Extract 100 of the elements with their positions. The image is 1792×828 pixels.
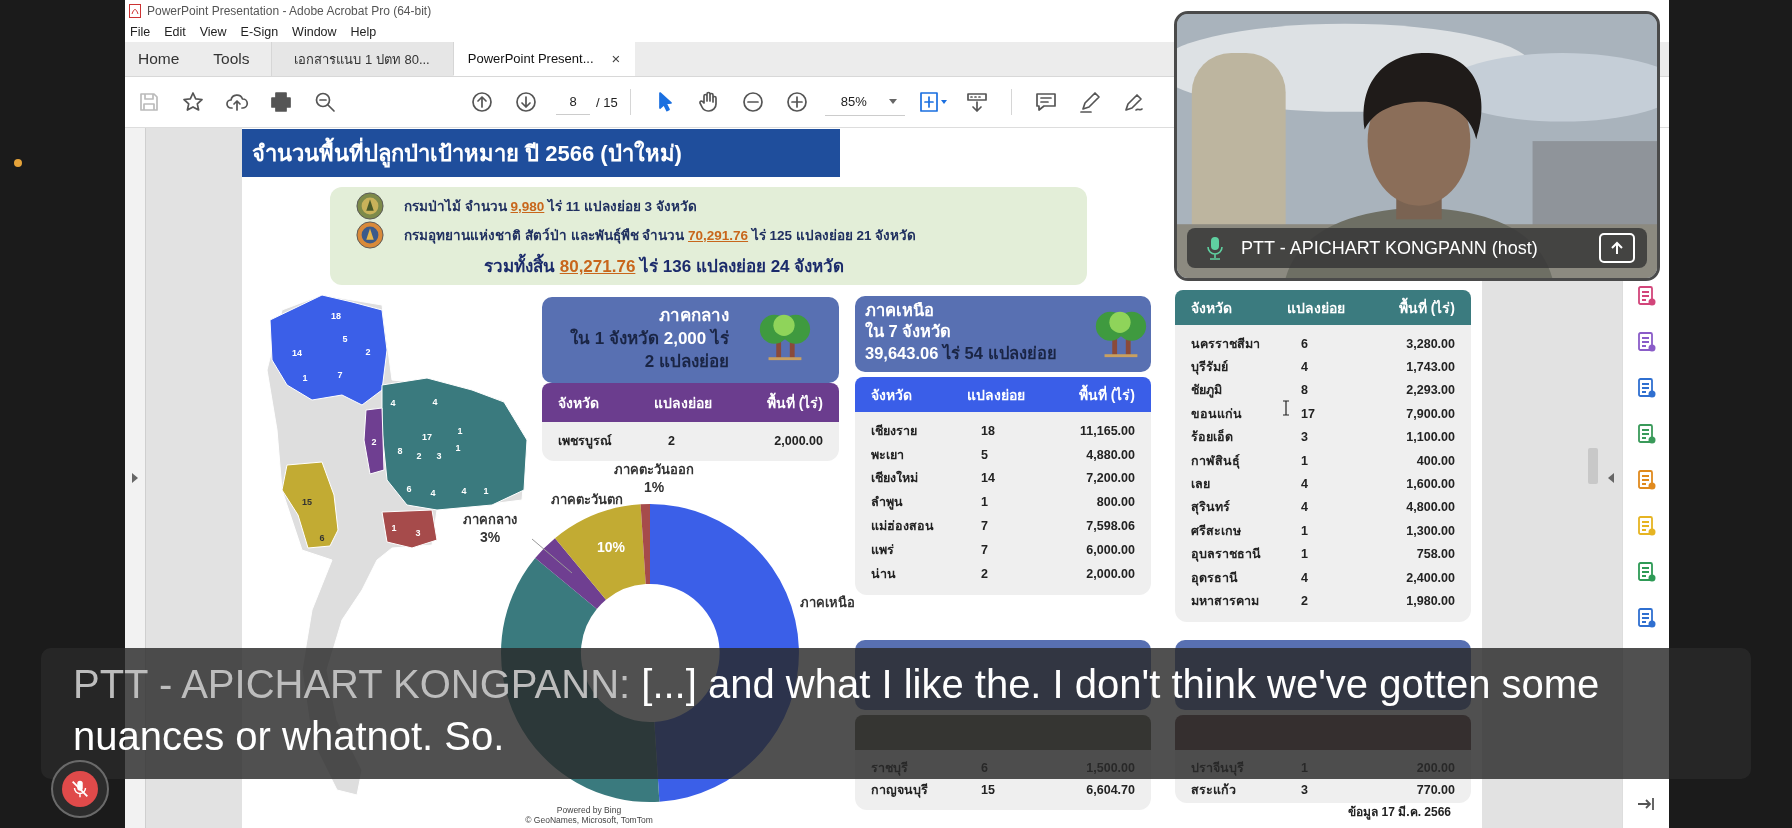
- table-cell: 4: [1301, 360, 1308, 375]
- table-cell: 2,400.00: [1406, 570, 1455, 585]
- map-label: 1: [455, 443, 461, 453]
- map-label: 4: [390, 398, 396, 408]
- map-label: 17: [422, 432, 432, 442]
- column-header: จังหวัด: [871, 385, 913, 405]
- chart-label: ภาคกลาง: [463, 512, 517, 527]
- region-summary: 39,643.06 ไร่ 54 แปลงย่อย: [865, 342, 1058, 364]
- table-cell: 2,000.00: [1086, 566, 1135, 581]
- participant-name: PTT - APICHART KONGPANN (host): [1241, 237, 1539, 259]
- map-label: 1: [483, 486, 489, 496]
- slide-title: จำนวนพื้นที่ปลูกป่าเป้าหมาย ปี 2566 (ป่าใหม่): [242, 129, 840, 177]
- table-cell: 1,743.00: [1406, 360, 1455, 375]
- table-cell: 7,900.00: [1406, 406, 1455, 421]
- table-cell: 2,293.00: [1406, 383, 1455, 398]
- table-cell: 800.00: [1096, 495, 1135, 510]
- table-cell: 7,200.00: [1086, 471, 1135, 486]
- table-cell-text: อุดรธานี: [1191, 569, 1238, 588]
- column-header: พื้นที่ (ไร่): [1397, 296, 1455, 318]
- table-cell: 770.00: [1416, 782, 1455, 797]
- map-label: 8: [397, 446, 403, 456]
- table-cell: 5: [981, 447, 988, 462]
- map-label: 2: [371, 437, 377, 447]
- table-cell: 14: [981, 471, 995, 486]
- table-cell-text: น่าน: [871, 565, 896, 583]
- table-cell-text: เพชรบูรณ์: [558, 432, 612, 451]
- table-cell-text: สุรินทร์: [1191, 499, 1230, 517]
- table-cell: 2,000.00: [774, 433, 823, 448]
- table-cell: 1,600.00: [1406, 477, 1455, 492]
- summary-text: กรมป่าไม้ จำนวน 9,980 ไร่ 11 แปลงย่อย 3 จังหวัด: [404, 197, 697, 216]
- table-cell: 4: [1301, 570, 1308, 585]
- map-label: 2: [365, 347, 371, 357]
- table-cell: 4,880.00: [1086, 447, 1135, 462]
- column-header: แปลงย่อย: [654, 393, 713, 413]
- table-cell: 4: [1301, 477, 1308, 492]
- table-cell-text: เลย: [1191, 476, 1210, 494]
- map-label: 1: [391, 523, 397, 533]
- table-cell: 3: [1301, 430, 1308, 445]
- summary-text: กรมอุทยานแห่งชาติ สัตว์ป่า และพันธุ์พืช จำนวน 70,291.76 ไร่ 125 แปลงย่อย 21 จังหวัด: [404, 226, 917, 246]
- table-cell: 18: [981, 423, 995, 438]
- table-cell: 11,165.00: [1080, 423, 1135, 438]
- table-cell-text: มหาสารคาม: [1191, 593, 1259, 610]
- map-label: 15: [302, 497, 312, 507]
- region-title: ภาคเหนือ: [865, 300, 935, 321]
- table-cell: 2: [1301, 594, 1308, 608]
- map-label: 6: [319, 533, 325, 543]
- map-label: 1: [457, 426, 463, 436]
- table-cell: 4,800.00: [1406, 500, 1455, 515]
- table-cell-text: สระแก้ว: [1191, 781, 1236, 799]
- table-cell: 1,980.00: [1406, 594, 1455, 608]
- column-header: พื้นที่ (ไร่): [765, 391, 823, 413]
- chart-label: ภาคเหนือ: [800, 595, 855, 610]
- chart-label: ภาคตะวันตก: [551, 492, 623, 507]
- map-label: 3: [436, 451, 442, 461]
- column-header: แปลงย่อย: [967, 385, 1026, 405]
- table-cell-text: เชียงใหม่: [871, 469, 918, 488]
- table-cell-text: บุรีรัมย์: [1191, 359, 1228, 377]
- value-label: 10%: [597, 539, 625, 555]
- table-cell: 1: [981, 495, 988, 510]
- summary-total: รวมทั้งสิ้น 80,271.76 ไร่ 136 แปลงย่อย 24 จังหวัด: [356, 252, 1087, 279]
- map-credit: © GeoNames, Microsoft, TomTom: [525, 815, 653, 825]
- map-label: 14: [292, 348, 302, 358]
- region-summary: ใน 7 จังหวัด: [865, 321, 953, 343]
- table-cell: 4: [1301, 500, 1308, 515]
- table-cell: 3,280.00: [1406, 336, 1455, 351]
- table-cell-text: ชัยภูมิ: [1191, 382, 1222, 400]
- table-cell-text: กาฬสินธุ์: [1191, 452, 1240, 471]
- table-cell-text: ศรีสะเกษ: [1191, 522, 1241, 540]
- footnote: ข้อมูล 17 มี.ค. 2566: [1347, 804, 1452, 819]
- table-cell-text: ขอนแก่น: [1191, 405, 1242, 423]
- column-header: พื้นที่ (ไร่): [1077, 383, 1135, 405]
- table-cell: 2: [668, 433, 675, 448]
- map-label: 5: [342, 334, 348, 344]
- column-header: จังหวัด: [1191, 298, 1233, 318]
- table-cell: 7: [981, 519, 988, 534]
- table-cell: 1: [1301, 547, 1308, 562]
- table-cell-text: กาญจนบุรี: [871, 781, 928, 800]
- table-cell-text: อุบลราชธานี: [1191, 546, 1261, 564]
- value-label: 1%: [643, 479, 665, 495]
- map-credit: Powered by Bing: [556, 805, 622, 815]
- table-cell: 7,598.06: [1086, 519, 1135, 534]
- table-cell: 6: [1301, 336, 1308, 351]
- column-header: จังหวัด: [558, 393, 600, 413]
- table-cell: 17: [1301, 406, 1315, 421]
- table-cell: 7: [981, 542, 988, 557]
- table-cell-text: แม่ฮ่องสอน: [871, 518, 934, 536]
- map-label: 4: [461, 486, 467, 496]
- caption-text: PTT - APICHART KONGPANN: [...] and what I like the. I don't think we've gotten some nuances or whatnot. So.: [73, 661, 1601, 760]
- table-cell: 15: [981, 782, 995, 797]
- table-cell-text: พะเยา: [871, 446, 904, 464]
- map-label: 18: [331, 311, 341, 321]
- table-cell-text: แพร่: [871, 541, 894, 559]
- map-label: 3: [415, 528, 421, 538]
- map-label: 4: [430, 488, 436, 498]
- table-cell: 8: [1301, 383, 1308, 398]
- region-summary: 2 แปลงย่อย: [643, 350, 729, 373]
- page-count: / 15: [596, 94, 618, 110]
- table-cell-text: ร้อยเอ็ด: [1191, 428, 1233, 447]
- table-cell-text: เชียงราย: [871, 422, 917, 440]
- table-cell-text: ลำพูน: [871, 494, 903, 512]
